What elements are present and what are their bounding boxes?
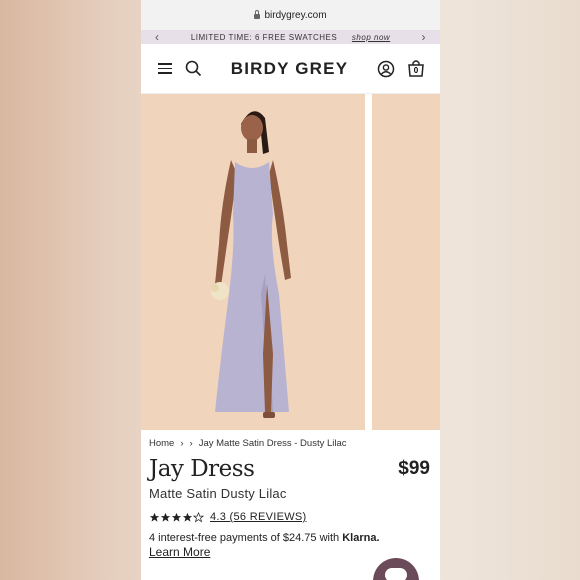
breadcrumb-home[interactable]: Home <box>149 438 174 449</box>
brand-logo[interactable]: BIRDY GREY <box>203 59 376 79</box>
learn-more-link[interactable]: Learn More <box>149 545 210 559</box>
chat-icon[interactable] <box>373 558 419 580</box>
title-row: Jay Dress $99 <box>149 456 432 482</box>
menu-icon[interactable] <box>155 59 175 79</box>
breadcrumb: Home › › Jay Matte Satin Dress - Dusty L… <box>149 438 432 449</box>
chevron-right-icon: › <box>180 438 184 449</box>
star-rating <box>149 511 204 523</box>
account-icon[interactable] <box>376 59 396 79</box>
klarna-logo: Klarna. <box>342 532 380 544</box>
cart-count: 0 <box>413 65 419 75</box>
star-icon <box>182 512 193 522</box>
reviews-link[interactable]: 4.3 (56 REVIEWS) <box>210 511 307 523</box>
installments-text: 4 interest-free payments of $24.75 with <box>149 532 340 544</box>
search-icon[interactable] <box>183 59 203 79</box>
star-icon <box>171 512 182 522</box>
lock-icon <box>254 9 261 19</box>
klarna-message: 4 interest-free payments of $24.75 with … <box>149 531 432 560</box>
chevron-right-icon[interactable]: › <box>421 30 426 44</box>
product-photo-main[interactable] <box>141 94 365 430</box>
background-left <box>0 0 141 580</box>
product-gallery[interactable] <box>141 94 440 430</box>
product-photo-next[interactable] <box>372 94 440 430</box>
star-icon <box>149 512 160 522</box>
product-info: Home › › Jay Matte Satin Dress - Dusty L… <box>141 430 440 560</box>
product-price: $99 <box>398 458 430 479</box>
star-icon <box>160 512 171 522</box>
url-text: birdygrey.com <box>264 9 327 21</box>
promo-content: LIMITED TIME: 6 FREE SWATCHES shop now <box>191 33 390 42</box>
background-right <box>440 0 580 580</box>
promo-banner: ‹ LIMITED TIME: 6 FREE SWATCHES shop now… <box>141 30 440 44</box>
rating-row[interactable]: 4.3 (56 REVIEWS) <box>149 511 432 523</box>
promo-text: LIMITED TIME: 6 FREE SWATCHES <box>190 32 338 42</box>
cart-icon[interactable]: 0 <box>406 59 426 79</box>
star-outline-icon <box>193 511 204 522</box>
header-left-icons <box>155 59 203 79</box>
phone-screen: birdygrey.com ‹ LIMITED TIME: 6 FREE SWA… <box>141 0 440 580</box>
site-header: BIRDY GREY 0 <box>141 44 440 94</box>
header-right-icons: 0 <box>376 59 426 79</box>
breadcrumb-current[interactable]: Jay Matte Satin Dress - Dusty Lilac <box>199 438 347 449</box>
product-title: Jay Dress <box>149 456 255 482</box>
chevron-left-icon[interactable]: ‹ <box>155 30 160 44</box>
promo-shop-link[interactable]: shop now <box>352 33 390 42</box>
chevron-right-icon: › <box>189 438 193 449</box>
browser-url-bar[interactable]: birdygrey.com <box>141 0 440 30</box>
product-subtitle: Matte Satin Dusty Lilac <box>149 486 287 501</box>
